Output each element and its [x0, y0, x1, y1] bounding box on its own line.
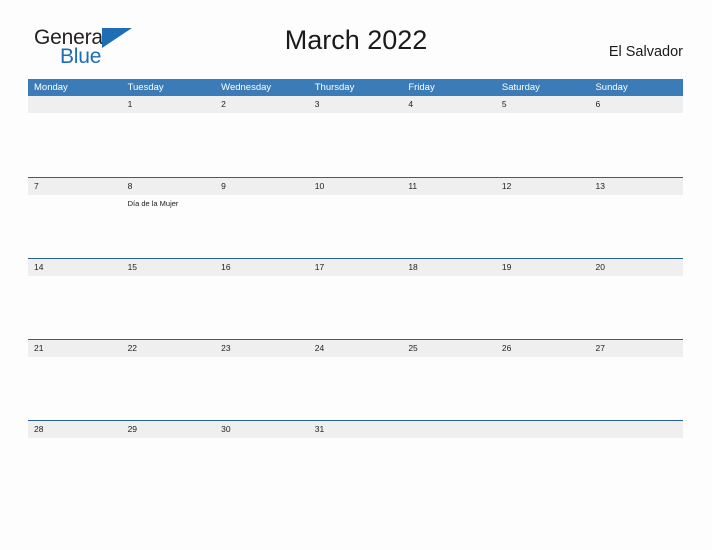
day-cell[interactable]: [28, 438, 122, 501]
week-date-band: 28 29 30 31: [28, 421, 683, 438]
day-cell[interactable]: [496, 113, 590, 176]
day-number[interactable]: 7: [28, 178, 122, 195]
day-cell[interactable]: [28, 357, 122, 420]
weekday-header-saturday: Saturday: [501, 82, 540, 93]
week-events-area: [28, 438, 683, 501]
day-number[interactable]: 30: [215, 421, 309, 438]
day-number[interactable]: 31: [309, 421, 403, 438]
day-cell[interactable]: [402, 276, 496, 339]
page-header: General Blue March 2022 El Salvador: [0, 0, 712, 67]
day-number[interactable]: 5: [496, 96, 590, 113]
day-number[interactable]: [402, 421, 496, 438]
week-events-area: Día de la Mujer: [28, 195, 683, 258]
day-number[interactable]: 11: [402, 178, 496, 195]
day-cell[interactable]: [122, 276, 216, 339]
day-number[interactable]: [28, 96, 122, 113]
day-number[interactable]: 3: [309, 96, 403, 113]
day-number[interactable]: 1: [122, 96, 216, 113]
day-cell[interactable]: [28, 195, 122, 258]
day-cell[interactable]: [309, 357, 403, 420]
calendar-week-row: 7 8 9 10 11 12 13 Día de la Mujer: [28, 177, 683, 258]
day-cell[interactable]: [215, 438, 309, 501]
day-number[interactable]: 6: [589, 96, 683, 113]
week-date-band: 14 15 16 17 18 19 20: [28, 259, 683, 276]
day-cell[interactable]: [309, 195, 403, 258]
day-cell[interactable]: [496, 195, 590, 258]
day-number[interactable]: 16: [215, 259, 309, 276]
day-number[interactable]: 17: [309, 259, 403, 276]
day-cell[interactable]: [496, 357, 590, 420]
day-number[interactable]: 9: [215, 178, 309, 195]
day-cell[interactable]: [589, 357, 683, 420]
weekday-header-friday: Friday: [408, 82, 435, 93]
calendar-week-row: 14 15 16 17 18 19 20: [28, 258, 683, 339]
day-number[interactable]: 4: [402, 96, 496, 113]
day-number[interactable]: 23: [215, 340, 309, 357]
day-number[interactable]: 12: [496, 178, 590, 195]
day-number[interactable]: 2: [215, 96, 309, 113]
day-cell[interactable]: [496, 276, 590, 339]
day-number[interactable]: 29: [122, 421, 216, 438]
day-cell[interactable]: [589, 113, 683, 176]
day-number[interactable]: 27: [589, 340, 683, 357]
day-number[interactable]: 21: [28, 340, 122, 357]
weekday-header-tuesday: Tuesday: [127, 82, 164, 93]
day-cell[interactable]: [215, 113, 309, 176]
day-number[interactable]: [589, 421, 683, 438]
weekday-header-thursday: Thursday: [314, 82, 355, 93]
day-cell[interactable]: [309, 438, 403, 501]
day-number[interactable]: 13: [589, 178, 683, 195]
weekday-header-wednesday: Wednesday: [221, 82, 272, 93]
day-cell[interactable]: [215, 276, 309, 339]
day-number[interactable]: 19: [496, 259, 590, 276]
day-cell[interactable]: [215, 195, 309, 258]
region-label: El Salvador: [608, 44, 683, 60]
day-number[interactable]: 20: [589, 259, 683, 276]
week-date-band: 123456: [28, 96, 683, 113]
week-events-area: [28, 276, 683, 339]
calendar-week-row: 123456: [28, 96, 683, 177]
week-date-band: 21 22 23 24 25 26 27: [28, 340, 683, 357]
day-cell[interactable]: [122, 438, 216, 501]
day-number[interactable]: 26: [496, 340, 590, 357]
day-event-label: Día de la Mujer: [127, 199, 179, 208]
day-cell[interactable]: [402, 438, 496, 501]
weekday-header-sunday: Sunday: [595, 82, 628, 93]
day-cell[interactable]: [215, 357, 309, 420]
day-cell[interactable]: [309, 276, 403, 339]
weekday-header-monday: Monday: [34, 82, 68, 93]
day-cell[interactable]: [589, 195, 683, 258]
day-number[interactable]: 24: [309, 340, 403, 357]
calendar-week-row: 21 22 23 24 25 26 27: [28, 339, 683, 420]
day-cell[interactable]: [309, 113, 403, 176]
day-cell[interactable]: [589, 438, 683, 501]
calendar-week-row: 28 29 30 31: [28, 420, 683, 501]
week-events-area: [28, 113, 683, 176]
day-cell[interactable]: [122, 357, 216, 420]
day-number[interactable]: [496, 421, 590, 438]
day-number[interactable]: 15: [122, 259, 216, 276]
day-number[interactable]: 25: [402, 340, 496, 357]
day-cell[interactable]: [402, 357, 496, 420]
day-cell[interactable]: Día de la Mujer: [122, 195, 216, 258]
day-cell[interactable]: [402, 113, 496, 176]
day-number[interactable]: 10: [309, 178, 403, 195]
day-cell[interactable]: [496, 438, 590, 501]
day-number[interactable]: 14: [28, 259, 122, 276]
week-date-band: 7 8 9 10 11 12 13: [28, 178, 683, 195]
day-number[interactable]: 18: [402, 259, 496, 276]
day-cell[interactable]: [402, 195, 496, 258]
day-cell[interactable]: [589, 276, 683, 339]
day-cell[interactable]: [28, 113, 122, 176]
day-number[interactable]: 28: [28, 421, 122, 438]
calendar-weeks: 1 2 3 4 5 6 7 8 9 10 11 12 13 Día de la Mujer 14 15 16 17…: [28, 96, 683, 501]
calendar-grid: Monday Tuesday Wednesday Thursday Friday…: [28, 79, 683, 501]
week-events-area: [28, 357, 683, 420]
day-number[interactable]: 22: [122, 340, 216, 357]
weekday-header-row: Monday Tuesday Wednesday Thursday Friday…: [28, 79, 683, 96]
day-number[interactable]: 8: [122, 178, 216, 195]
day-cell[interactable]: [122, 113, 216, 176]
page-title: March 2022: [284, 25, 428, 55]
day-cell[interactable]: [28, 276, 122, 339]
